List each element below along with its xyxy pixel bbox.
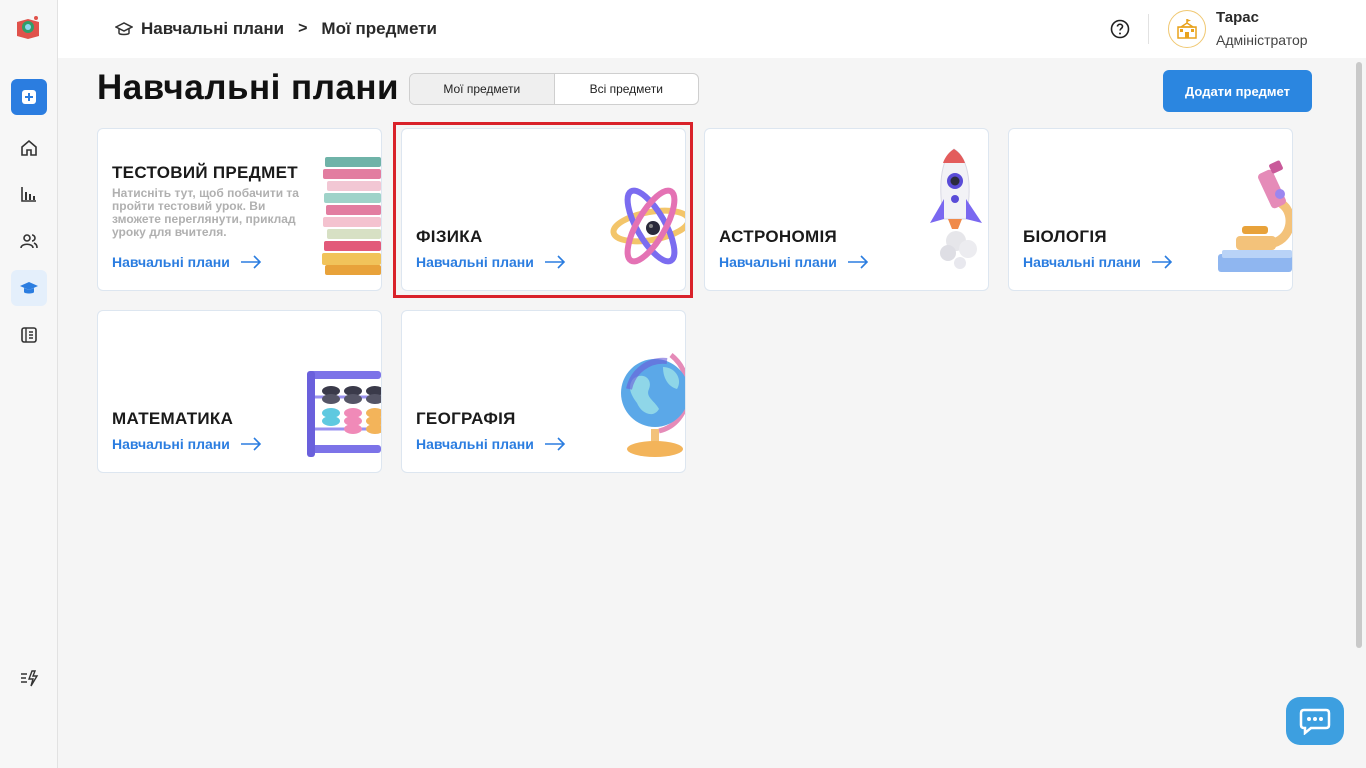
study-plans-link-label: Навчальні плани (416, 436, 534, 452)
subject-card-geography[interactable]: ГЕОГРАФІЯ Навчальні плани (401, 310, 686, 473)
study-plans-link[interactable]: Навчальні плани (416, 436, 566, 452)
breadcrumb-item-my-subjects: Мої предмети (321, 19, 437, 38)
rocket-icon (930, 148, 982, 269)
subject-title: МАТЕМАТИКА (112, 409, 234, 428)
globe-icon (621, 353, 685, 457)
stats-icon[interactable] (11, 176, 47, 212)
chat-icon[interactable] (1286, 697, 1344, 745)
subject-card-astronomy[interactable]: АСТРОНОМІЯ Навчальні плани (704, 128, 989, 291)
breadcrumb-separator: > (298, 20, 308, 37)
arrow-right-icon (240, 255, 261, 269)
sidebar (0, 0, 58, 768)
home-icon[interactable] (11, 130, 47, 166)
avatar[interactable] (1168, 10, 1206, 48)
tab-my-subjects[interactable]: Мої предмети (410, 74, 555, 104)
study-plans-link-label: Навчальні плани (1023, 254, 1141, 270)
subject-description: Натисніть тут, щоб побачити та пройти те… (112, 186, 299, 239)
study-plans-link-label: Навчальні плани (719, 254, 837, 270)
add-subject-button[interactable]: Додати предмет (1163, 70, 1312, 112)
microscope-icon (1218, 160, 1292, 272)
app-logo-icon[interactable] (14, 14, 42, 42)
subject-title: ГЕОГРАФІЯ (416, 409, 516, 428)
books-icon (322, 157, 381, 275)
study-plans-link-label: Навчальні плани (112, 436, 230, 452)
users-icon[interactable] (11, 223, 47, 259)
arrow-right-icon (1151, 255, 1172, 269)
study-plans-link[interactable]: Навчальні плани (112, 436, 262, 452)
abacus-icon (307, 371, 381, 457)
arrow-right-icon (240, 437, 261, 451)
add-icon[interactable] (11, 79, 47, 115)
arrow-right-icon (847, 255, 868, 269)
subject-card-test[interactable]: ТЕСТОВИЙ ПРЕДМЕТ Натисніть тут, щоб поба… (97, 128, 382, 291)
breadcrumb: Навчальні плани > Мої предмети (115, 18, 437, 40)
study-plans-link[interactable]: Навчальні плани (112, 254, 262, 270)
subject-card-biology[interactable]: БІОЛОГІЯ Навчальні плани (1008, 128, 1293, 291)
selection-highlight (393, 122, 693, 298)
header-divider (1148, 14, 1149, 44)
scrollbar[interactable] (1356, 62, 1362, 648)
journal-icon[interactable] (11, 317, 47, 353)
user-name[interactable]: Тарас (1216, 9, 1259, 26)
tab-all-subjects[interactable]: Всі предмети (555, 74, 699, 104)
subject-title: БІОЛОГІЯ (1023, 227, 1107, 246)
subject-card-mathematics[interactable]: МАТЕМАТИКА Навчальні плани (97, 310, 382, 473)
page-title: Навчальні плани (97, 68, 400, 107)
arrow-right-icon (544, 437, 565, 451)
help-icon[interactable] (1110, 19, 1130, 39)
graduation-cap-icon (115, 22, 133, 36)
study-plans-link[interactable]: Навчальні плани (719, 254, 869, 270)
subject-title: АСТРОНОМІЯ (719, 227, 838, 246)
school-icon (1177, 19, 1197, 39)
quick-actions-icon[interactable] (11, 660, 47, 696)
subject-title: ТЕСТОВИЙ ПРЕДМЕТ (112, 163, 298, 182)
breadcrumb-item-study-plans[interactable]: Навчальні плани (141, 19, 284, 39)
user-role: Адміністратор (1216, 32, 1308, 48)
top-header: Навчальні плани > Мої предмети Тарас Адм… (58, 0, 1366, 58)
subject-filter-tabs: Мої предмети Всі предмети (409, 73, 699, 105)
study-plans-icon[interactable] (11, 270, 47, 306)
study-plans-link-label: Навчальні плани (112, 254, 230, 270)
study-plans-link[interactable]: Навчальні плани (1023, 254, 1173, 270)
